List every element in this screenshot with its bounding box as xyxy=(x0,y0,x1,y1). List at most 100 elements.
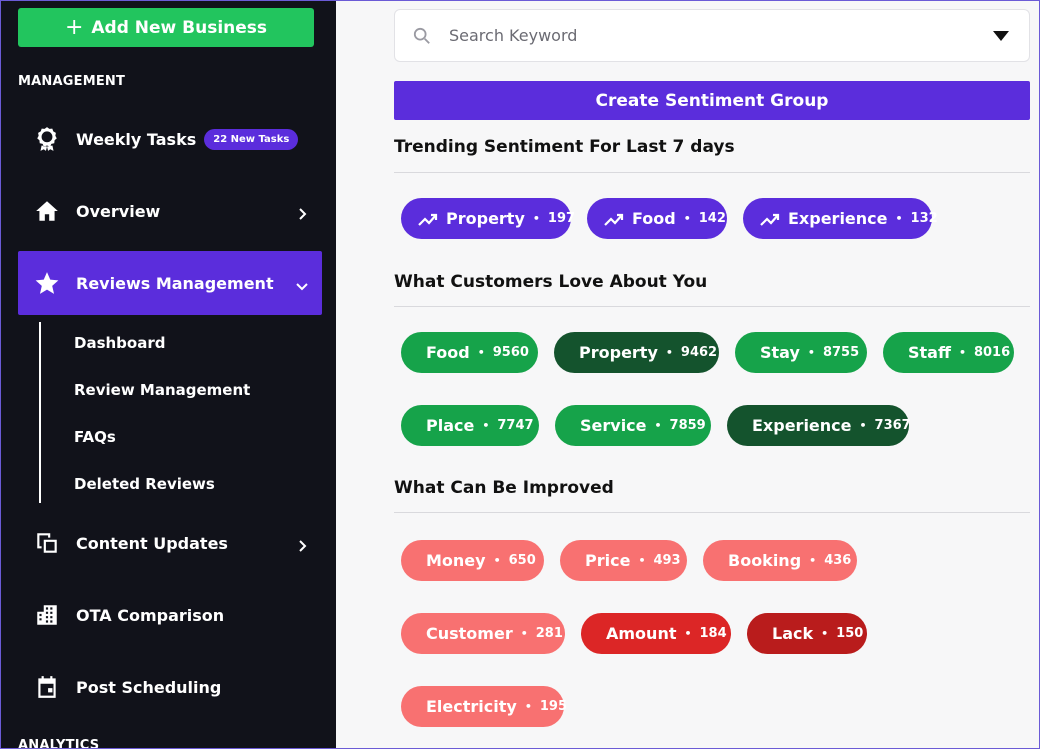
section-analytics: ANALYTICS xyxy=(18,738,100,749)
plus-icon: + xyxy=(64,14,84,40)
pill-label: Place xyxy=(426,416,475,435)
weekly-tasks-label: Weekly Tasks xyxy=(76,129,197,149)
pill-count: 150 xyxy=(836,626,864,641)
sidebar-item-weekly-tasks[interactable]: Weekly Tasks 22 New Tasks xyxy=(18,107,322,171)
improve-heading: What Can Be Improved xyxy=(394,478,614,498)
new-tasks-badge: 22 New Tasks xyxy=(204,128,299,150)
sidebar-item-reviews-management[interactable]: Reviews Management xyxy=(18,251,322,315)
pill-count: 9560 xyxy=(492,345,529,360)
pill-label: Electricity xyxy=(426,697,517,716)
love-pill-food[interactable]: Food • 9560 xyxy=(401,332,538,373)
content-updates-label: Content Updates xyxy=(76,533,228,553)
pill-label: Lack xyxy=(772,624,814,643)
submenu-item-deleted-reviews[interactable]: Deleted Reviews xyxy=(74,475,215,493)
bullet-separator: • xyxy=(859,419,867,432)
caret-down-icon[interactable] xyxy=(993,30,1009,41)
submenu-item-faqs[interactable]: FAQs xyxy=(74,428,116,446)
pill-label: Booking xyxy=(728,551,802,570)
pill-label: Money xyxy=(426,551,486,570)
pill-label: Property xyxy=(446,209,525,228)
pill-count: 132 xyxy=(910,211,938,226)
pill-label: Amount xyxy=(606,624,677,643)
improve-pill-lack[interactable]: Lack • 150 xyxy=(747,613,867,654)
love-pill-property[interactable]: Property • 9462 xyxy=(554,332,719,373)
bullet-separator: • xyxy=(532,212,540,225)
search-input[interactable] xyxy=(449,26,993,45)
bullet-separator: • xyxy=(482,419,490,432)
sidebar-item-overview[interactable]: Overview xyxy=(18,179,322,243)
divider xyxy=(394,306,1030,307)
submenu-item-review-management[interactable]: Review Management xyxy=(74,381,250,399)
pill-count: 8755 xyxy=(822,345,860,360)
sidebar-item-post-scheduling[interactable]: Post Scheduling xyxy=(18,655,322,719)
trending-up-icon xyxy=(418,212,438,226)
bullet-separator: • xyxy=(665,346,673,359)
love-pill-service[interactable]: Service • 7859 xyxy=(555,405,711,446)
pill-count: 493 xyxy=(653,553,681,568)
pill-count: 7747 xyxy=(497,418,534,433)
pill-count: 436 xyxy=(824,553,852,568)
overview-label: Overview xyxy=(76,201,161,221)
pill-count: 195 xyxy=(539,699,567,714)
pill-label: Experience xyxy=(788,209,888,228)
pill-count: 184 xyxy=(699,626,727,641)
add-new-business-label: Add New Business xyxy=(91,17,268,38)
bullet-separator: • xyxy=(683,212,691,225)
trending-up-icon xyxy=(604,212,624,226)
trending-up-icon xyxy=(760,212,780,226)
improve-pill-booking[interactable]: Booking • 436 xyxy=(703,540,857,581)
building-icon xyxy=(18,602,76,628)
trending-pill-property[interactable]: Property • 197 xyxy=(401,198,575,239)
pill-label: Staff xyxy=(908,343,951,362)
love-pill-place[interactable]: Place • 7747 xyxy=(401,405,539,446)
create-sentiment-group-button[interactable]: Create Sentiment Group xyxy=(394,81,1030,120)
love-pill-stay[interactable]: Stay • 8755 xyxy=(735,332,867,373)
pill-count: 281 xyxy=(535,626,563,641)
improve-pill-money[interactable]: Money • 650 xyxy=(401,540,544,581)
pill-label: Food xyxy=(632,209,676,228)
bullet-separator: • xyxy=(524,700,532,713)
improve-pill-electricity[interactable]: Electricity • 195 xyxy=(401,686,567,727)
section-management: MANAGEMENT xyxy=(18,74,126,89)
search-bar[interactable] xyxy=(394,9,1030,62)
calendar-icon xyxy=(18,674,76,700)
trending-heading: Trending Sentiment For Last 7 days xyxy=(394,137,735,157)
bullet-separator: • xyxy=(493,554,501,567)
pill-count: 142 xyxy=(698,211,726,226)
award-badge-icon xyxy=(18,126,76,152)
pill-label: Stay xyxy=(760,343,800,362)
divider xyxy=(394,512,1030,513)
submenu-item-dashboard[interactable]: Dashboard xyxy=(74,334,165,352)
pill-label: Customer xyxy=(426,624,513,643)
bullet-separator: • xyxy=(684,627,692,640)
divider xyxy=(394,172,1030,173)
reviews-management-label: Reviews Management xyxy=(76,273,274,293)
chevron-right-icon xyxy=(296,205,308,220)
trending-pill-food[interactable]: Food • 142 xyxy=(587,198,727,239)
bullet-separator: • xyxy=(821,627,829,640)
pill-label: Experience xyxy=(752,416,852,435)
sidebar-item-content-updates[interactable]: Content Updates xyxy=(18,511,322,575)
add-new-business-button[interactable]: + Add New Business xyxy=(18,8,314,47)
love-pill-staff[interactable]: Staff • 8016 xyxy=(883,332,1014,373)
bullet-separator: • xyxy=(520,627,528,640)
pill-count: 9462 xyxy=(680,345,718,360)
pill-label: Price xyxy=(585,551,631,570)
pill-label: Property xyxy=(579,343,658,362)
search-icon xyxy=(395,27,449,45)
pill-label: Food xyxy=(426,343,470,362)
love-pill-experience[interactable]: Experience • 7367 xyxy=(727,405,911,446)
pill-count: 7367 xyxy=(874,418,911,433)
trending-pill-experience[interactable]: Experience • 132 xyxy=(743,198,938,239)
pill-count: 7859 xyxy=(669,418,706,433)
improve-pill-price[interactable]: Price • 493 xyxy=(560,540,687,581)
sidebar: + Add New Business MANAGEMENT Weekly Tas… xyxy=(0,0,336,749)
chevron-right-icon xyxy=(296,537,308,552)
pill-count: 650 xyxy=(508,553,536,568)
improve-pill-customer[interactable]: Customer • 281 xyxy=(401,613,565,654)
sidebar-item-ota-comparison[interactable]: OTA Comparison xyxy=(18,583,322,647)
improve-pill-amount[interactable]: Amount • 184 xyxy=(581,613,731,654)
star-icon xyxy=(18,270,76,296)
bullet-separator: • xyxy=(638,554,646,567)
bullet-separator: • xyxy=(654,419,662,432)
